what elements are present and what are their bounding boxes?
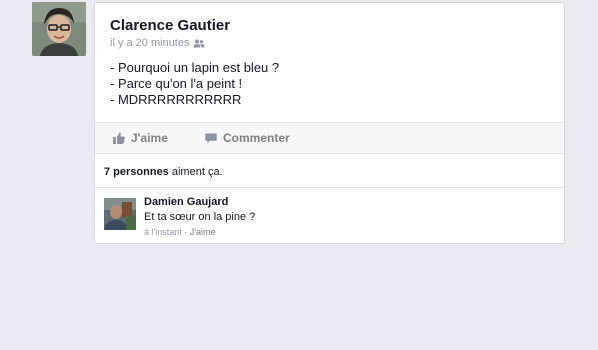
post-line: - MDRRRRRRRRRRR [110,92,242,107]
post-author[interactable]: Clarence Gautier [110,17,230,34]
comment-like-link[interactable]: J'aime [190,227,216,237]
likes-text: 7 personnes aiment ça. [104,166,223,178]
comment-separator: · [181,227,190,237]
friends-icon[interactable] [193,39,205,48]
likes-suffix: aiment ça. [168,166,223,178]
profile-photo [32,2,86,56]
likes-count[interactable]: 7 personnes [104,166,169,178]
post-line: - Pourquoi un lapin est bleu ? [110,60,280,75]
comment-text: Et ta sœur on la pine ? [144,211,256,223]
comment-meta: à l'instant · J'aime [144,227,215,237]
likes-summary: 7 personnes aiment ça. [95,155,564,188]
comment-item: Damien Gaujard Et ta sœur on la pine ? à… [104,196,554,237]
profile-avatar[interactable] [32,2,86,56]
post-body: - Pourquoi un lapin est bleu ? - Parce q… [110,60,279,108]
like-label: J'aime [131,131,168,145]
post-line: - Parce qu'on l'a peint ! [110,76,243,91]
thumbs-up-icon [113,132,125,144]
post-meta: il y a 20 minutes [110,37,205,49]
comment-author[interactable]: Damien Gaujard [144,196,228,208]
commenter-photo [104,198,136,230]
speech-bubble-icon [205,133,217,143]
comment-button[interactable]: Commenter [205,131,290,145]
like-button[interactable]: J'aime [113,131,168,145]
comment-avatar[interactable] [104,198,136,230]
post-time[interactable]: il y a 20 minutes [110,37,189,49]
action-bar: J'aime Commenter [95,122,564,154]
comment-label: Commenter [223,131,290,145]
post-card: Clarence Gautier il y a 20 minutes - Pou… [94,2,565,244]
comment-time[interactable]: à l'instant [144,227,182,237]
